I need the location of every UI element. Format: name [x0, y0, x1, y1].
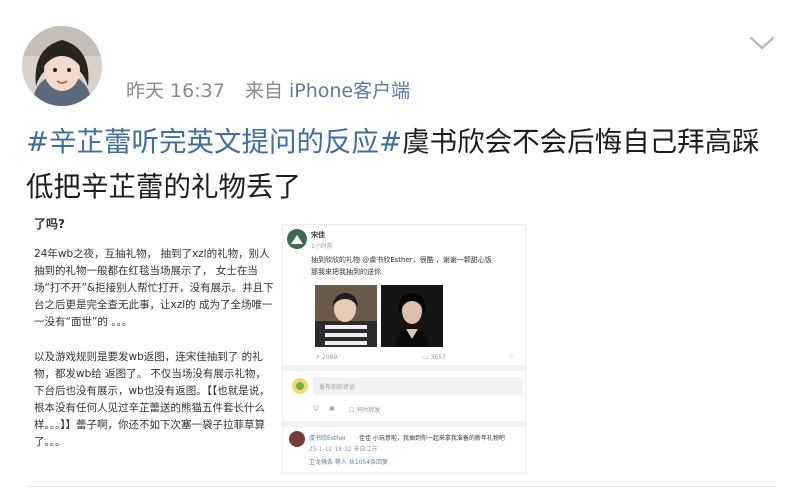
reply-avatar [289, 431, 305, 447]
author-time: 1小时前 [311, 243, 333, 250]
photo-thumbnail-1[interactable] [315, 285, 377, 347]
avatar[interactable] [22, 26, 102, 106]
image-icon[interactable]: ▣ [329, 405, 335, 412]
chevron-down-icon [749, 36, 775, 50]
comment-count[interactable]: ▭ 3657 [423, 354, 446, 361]
source-prefix: 来自 [244, 80, 283, 102]
hashtag-link[interactable]: #辛芷蕾听完英文提问的反应# [26, 126, 402, 158]
comment-placeholder: 发布你的评论 [319, 384, 356, 391]
divider [283, 421, 525, 427]
left-card-paragraph-2: 以及游戏规则是要发wb返图，连宋佳抽到了 的礼物，都发wb给 返图了。 不仅当场… [34, 351, 270, 448]
reply-text: 佳佳 小玩意啦，我抽到你一起来拿我准备的新年礼物吧 [359, 435, 505, 442]
comment-input[interactable]: 发布你的评论 [313, 377, 523, 395]
repost-text-line1: 抽到欣欣的礼物 @虞书欣Esther，很酷 ，谢谢一颗甜心饭 [311, 256, 492, 264]
post-time: 昨天 16:37 [126, 80, 225, 102]
emoji-icon[interactable]: ☺ [313, 405, 319, 412]
attached-image-2[interactable]: 宋佳 1小时前 抽到欣欣的礼物 @虞书欣Esther，很酷 ，谢谢一颗甜心饭 那… [282, 224, 526, 474]
repost-text-line2: 那我来把我抽到的送你 [311, 268, 381, 276]
repost-count[interactable]: ↗ 2089 [315, 354, 337, 361]
avatar-image [22, 26, 102, 106]
author-name: 宋佳 [311, 231, 325, 239]
post-meta: 昨天 16:37 来自 iPhone客户端 [126, 76, 410, 103]
more-options-button[interactable] [748, 34, 776, 52]
reply-author[interactable]: 虞书欣Esther [309, 433, 346, 442]
post-text: #辛芷蕾听完英文提问的反应#虞书欣会不会后悔自己拜高踩低把辛芷蕾的礼物丢了 [26, 120, 776, 210]
like-icon[interactable]: ♡ [509, 354, 514, 361]
photo-thumbnail-2[interactable] [381, 285, 443, 347]
left-card-paragraph-1: 24年wb之夜，互抽礼物， 抽到了xzl的礼物，别人抽到的礼物一般都在红毯当场展… [34, 248, 274, 328]
left-card-heading: 了吗? [34, 217, 65, 231]
attached-image-1[interactable]: 了吗? 24年wb之夜，互抽礼物， 抽到了xzl的礼物，别人抽到的礼物一般都在红… [26, 212, 282, 470]
divider [26, 486, 776, 487]
reply-meta: 25-1-12 18:32 来自江苏 [309, 446, 378, 453]
divider [283, 365, 525, 371]
repost-checkbox[interactable]: ☐ 同时转发 [349, 405, 380, 414]
source-link[interactable]: iPhone客户端 [289, 80, 410, 102]
author-avatar [287, 229, 307, 249]
user-avatar-small [292, 378, 308, 394]
reply-thread-link[interactable]: 卫龙辣条 等人 共1054条回复 [309, 457, 388, 466]
